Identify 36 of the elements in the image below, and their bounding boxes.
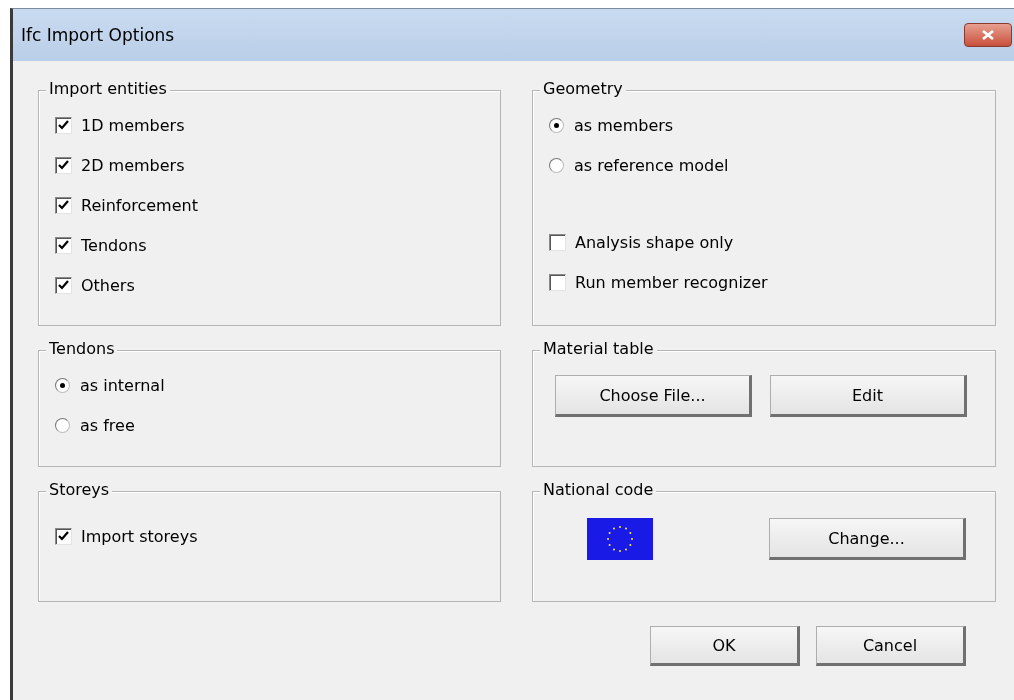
close-button[interactable]: [964, 23, 1012, 47]
checkbox-label[interactable]: Run member recognizer: [575, 272, 768, 292]
checkbox[interactable]: [55, 156, 72, 174]
checkbox[interactable]: [55, 196, 72, 214]
checkbox[interactable]: [55, 276, 72, 294]
push-button[interactable]: Edit: [770, 375, 967, 417]
radio-label[interactable]: as free: [80, 415, 135, 435]
push-button[interactable]: OK: [650, 626, 800, 666]
radio-label[interactable]: as members: [574, 115, 674, 135]
checkbox-label[interactable]: Import storeys: [81, 526, 198, 546]
checkbox-label[interactable]: Analysis shape only: [575, 232, 734, 252]
checkbox[interactable]: [549, 273, 566, 291]
group-title: Storeys: [46, 480, 113, 500]
checkbox-label[interactable]: 2D members: [81, 155, 185, 175]
checkbox-label[interactable]: Reinforcement: [81, 195, 198, 215]
radio-button[interactable]: [549, 157, 564, 173]
checkbox-label[interactable]: Tendons: [81, 235, 147, 255]
checkbox[interactable]: [55, 236, 72, 254]
radio-button[interactable]: [549, 117, 564, 133]
group-title: Import entities: [46, 79, 170, 99]
radio-label[interactable]: as internal: [80, 375, 165, 395]
push-button[interactable]: Change...: [769, 518, 966, 560]
flag-icon: [587, 518, 653, 560]
radio-button[interactable]: [55, 417, 70, 433]
window-title: Ifc Import Options: [21, 25, 175, 45]
checkbox[interactable]: [55, 527, 72, 545]
checkbox[interactable]: [55, 116, 72, 134]
close-icon: [982, 30, 994, 40]
radio-label[interactable]: as reference model: [574, 155, 729, 175]
checkbox-label[interactable]: Others: [81, 275, 135, 295]
push-button[interactable]: Choose File...: [555, 375, 752, 417]
group-title: Geometry: [540, 79, 626, 99]
push-button[interactable]: Cancel: [816, 626, 966, 666]
checkbox-label[interactable]: 1D members: [81, 115, 185, 135]
checkbox[interactable]: [549, 233, 566, 251]
radio-button[interactable]: [55, 377, 70, 393]
